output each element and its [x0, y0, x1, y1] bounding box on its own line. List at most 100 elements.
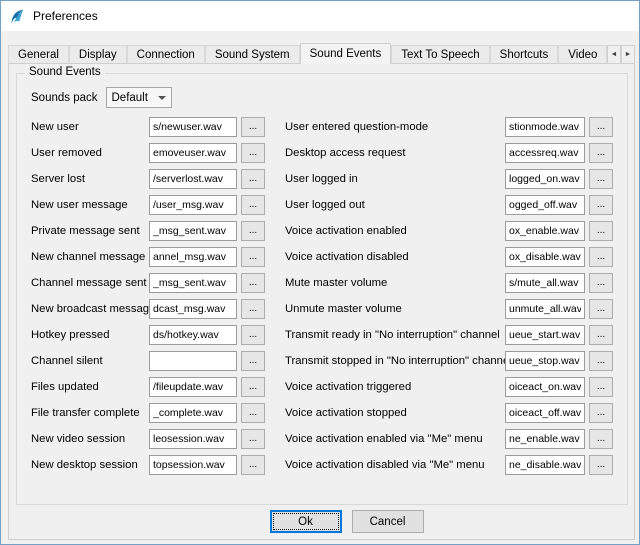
tab-connection[interactable]: Connection: [127, 45, 205, 64]
event-label: Channel silent: [31, 355, 149, 367]
event-column-right: User entered question-mode... Desktop ac…: [285, 114, 619, 478]
browse-button[interactable]: ...: [241, 429, 265, 449]
event-sound-input[interactable]: [505, 247, 585, 267]
event-sound-input[interactable]: [149, 195, 237, 215]
event-row: User removed...: [31, 140, 285, 166]
event-sound-input[interactable]: [149, 169, 237, 189]
event-sound-input[interactable]: [505, 143, 585, 163]
event-row: New user...: [31, 114, 285, 140]
browse-button[interactable]: ...: [241, 117, 265, 137]
browse-button[interactable]: ...: [241, 325, 265, 345]
event-sound-input[interactable]: [505, 117, 585, 137]
event-row: Desktop access request...: [285, 140, 619, 166]
tab-video[interactable]: Video: [558, 45, 607, 64]
browse-button[interactable]: ...: [589, 455, 613, 475]
browse-button[interactable]: ...: [241, 169, 265, 189]
event-sound-input[interactable]: [149, 221, 237, 241]
tab-shortcuts[interactable]: Shortcuts: [490, 45, 559, 64]
event-label: New user message: [31, 199, 149, 211]
event-row: Server lost...: [31, 166, 285, 192]
browse-button[interactable]: ...: [241, 403, 265, 423]
event-sound-input[interactable]: [149, 455, 237, 475]
event-sound-input[interactable]: [505, 221, 585, 241]
event-label: Voice activation stopped: [285, 407, 505, 419]
event-sound-input[interactable]: [149, 325, 237, 345]
browse-button[interactable]: ...: [241, 247, 265, 267]
browse-button[interactable]: ...: [241, 221, 265, 241]
event-sound-input[interactable]: [505, 299, 585, 319]
tab-display[interactable]: Display: [69, 45, 127, 64]
event-sound-input[interactable]: [149, 351, 237, 371]
browse-button[interactable]: ...: [241, 195, 265, 215]
event-row: Voice activation enabled via "Me" menu..…: [285, 426, 619, 452]
browse-button[interactable]: ...: [589, 273, 613, 293]
browse-button[interactable]: ...: [241, 377, 265, 397]
browse-button[interactable]: ...: [589, 403, 613, 423]
event-row: Channel silent...: [31, 348, 285, 374]
window-title: Preferences: [33, 9, 98, 23]
event-sound-input[interactable]: [505, 429, 585, 449]
cancel-button[interactable]: Cancel: [352, 510, 424, 533]
event-row: Transmit ready in "No interruption" chan…: [285, 322, 619, 348]
event-label: New video session: [31, 433, 149, 445]
preferences-dialog: Preferences General Display Connection S…: [0, 0, 640, 545]
event-label: Desktop access request: [285, 147, 505, 159]
event-sound-input[interactable]: [149, 429, 237, 449]
event-sound-input[interactable]: [505, 455, 585, 475]
sounds-pack-row: Sounds pack Default: [31, 87, 627, 108]
event-sound-input[interactable]: [149, 143, 237, 163]
event-sound-input[interactable]: [149, 403, 237, 423]
event-sound-input[interactable]: [505, 403, 585, 423]
tab-sound-events[interactable]: Sound Events: [300, 43, 392, 64]
tab-sound-system[interactable]: Sound System: [205, 45, 300, 64]
event-sound-input[interactable]: [149, 117, 237, 137]
browse-button[interactable]: ...: [589, 429, 613, 449]
browse-button[interactable]: ...: [241, 273, 265, 293]
event-row: User entered question-mode...: [285, 114, 619, 140]
ok-button[interactable]: Ok: [270, 510, 342, 533]
tab-scroll-right-icon[interactable]: [621, 45, 635, 64]
event-sound-input[interactable]: [505, 325, 585, 345]
event-label: File transfer complete: [31, 407, 149, 419]
groupbox-legend: Sound Events: [25, 66, 105, 78]
browse-button[interactable]: ...: [241, 351, 265, 371]
browse-button[interactable]: ...: [589, 195, 613, 215]
browse-button[interactable]: ...: [589, 221, 613, 241]
event-row: Hotkey pressed...: [31, 322, 285, 348]
event-sound-input[interactable]: [149, 273, 237, 293]
event-sound-input[interactable]: [505, 195, 585, 215]
event-label: Voice activation enabled: [285, 225, 505, 237]
chevron-down-icon: [158, 96, 166, 100]
event-label: New channel message: [31, 251, 149, 263]
event-sound-input[interactable]: [505, 377, 585, 397]
tab-scroll-left-icon[interactable]: [607, 45, 621, 64]
event-sound-input[interactable]: [505, 273, 585, 293]
tab-text-to-speech[interactable]: Text To Speech: [391, 45, 489, 64]
browse-button[interactable]: ...: [589, 299, 613, 319]
browse-button[interactable]: ...: [589, 117, 613, 137]
event-label: Unmute master volume: [285, 303, 505, 315]
event-label: New desktop session: [31, 459, 149, 471]
browse-button[interactable]: ...: [241, 455, 265, 475]
event-sound-input[interactable]: [505, 169, 585, 189]
tab-general[interactable]: General: [8, 45, 69, 64]
tab-bar: General Display Connection Sound System …: [8, 43, 635, 64]
sounds-pack-select[interactable]: Default: [106, 87, 172, 108]
browse-button[interactable]: ...: [589, 143, 613, 163]
event-grid: New user... User removed... Server lost.…: [31, 114, 627, 478]
browse-button[interactable]: ...: [589, 247, 613, 267]
event-sound-input[interactable]: [149, 377, 237, 397]
browse-button[interactable]: ...: [589, 351, 613, 371]
browse-button[interactable]: ...: [589, 169, 613, 189]
sound-events-groupbox: Sound Events Sounds pack Default New use…: [16, 73, 628, 505]
event-row: Channel message sent...: [31, 270, 285, 296]
event-label: User removed: [31, 147, 149, 159]
browse-button[interactable]: ...: [589, 325, 613, 345]
event-sound-input[interactable]: [505, 351, 585, 371]
browse-button[interactable]: ...: [589, 377, 613, 397]
event-sound-input[interactable]: [149, 299, 237, 319]
browse-button[interactable]: ...: [241, 143, 265, 163]
event-label: New broadcast message: [31, 303, 149, 315]
browse-button[interactable]: ...: [241, 299, 265, 319]
event-sound-input[interactable]: [149, 247, 237, 267]
